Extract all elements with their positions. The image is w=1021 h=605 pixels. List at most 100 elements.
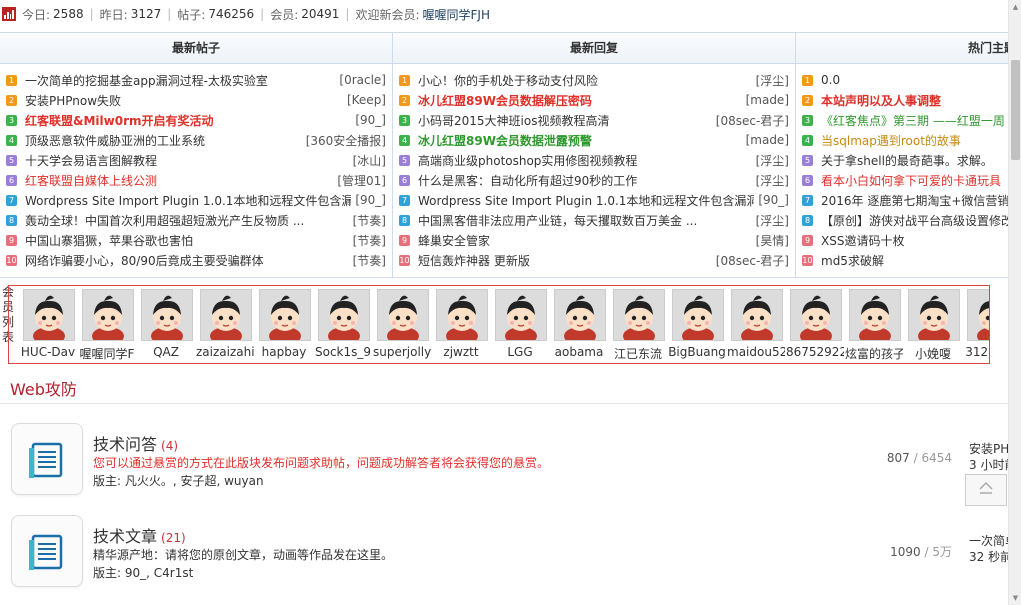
topic-title-link[interactable]: 2016年 逐鹿第七期淘宝+微信营销 [821, 192, 1008, 209]
member-item[interactable]: maidou52 [727, 289, 786, 362]
topic-row[interactable]: 2 本站声明以及人事调整 [796, 90, 1008, 110]
topic-row[interactable]: 2 冰儿红盟89W会员数据解压密码 [made] [393, 90, 795, 110]
member-name[interactable]: HUC-Dav [19, 345, 77, 359]
member-item[interactable]: 86752922 [786, 289, 845, 362]
avatar[interactable] [22, 289, 75, 341]
member-item[interactable]: 3123789 [963, 289, 989, 362]
topic-row[interactable]: 3 小码哥2015大神班ios视频教程高清 [08sec-君子] [393, 110, 795, 130]
avatar[interactable] [494, 289, 547, 341]
avatar[interactable] [553, 289, 606, 341]
topic-title-link[interactable]: 轰动全球！中国首次利用超强超短激光产生反物质 ... [25, 212, 349, 229]
topic-author-link[interactable]: [管理01] [337, 172, 386, 189]
topic-title-link[interactable]: 《红客焦点》第三期 ——红盟一周 [821, 112, 1008, 129]
topic-title-link[interactable]: 一次简单的挖掘基金app漏洞过程-太极实验室 [25, 72, 335, 89]
member-item[interactable]: superjolly [373, 289, 432, 362]
member-name[interactable]: Sock1s_9 [314, 345, 372, 359]
member-name[interactable]: 86752922 [786, 345, 844, 359]
topic-title-link[interactable]: 冰儿红盟89W会员数据解压密码 [418, 92, 742, 109]
topic-author-link[interactable]: [节奏] [353, 252, 386, 269]
topic-title-link[interactable]: Wordpress Site Import Plugin 1.0.1本地和远程文… [418, 192, 754, 209]
topic-row[interactable]: 4 当sqlmap遇到root的故事 [796, 130, 1008, 150]
newest-member-link[interactable]: 喔喔同学FJH [423, 6, 490, 23]
avatar[interactable] [848, 289, 901, 341]
member-name[interactable]: 小娩嗄 [904, 345, 962, 362]
topic-title-link[interactable]: 0.0 [821, 73, 1008, 87]
avatar[interactable] [730, 289, 783, 341]
topic-author-link[interactable]: [冰山] [353, 152, 386, 169]
topic-row[interactable]: 2 安装PHPnow失败 [Keep] [0, 90, 392, 110]
member-item[interactable]: 小娩嗄 [904, 289, 963, 362]
topic-author-link[interactable]: [节奏] [353, 212, 386, 229]
topic-title-link[interactable]: 短信轰炸神器 更新版 [418, 252, 712, 269]
topic-title-link[interactable]: 红客联盟自媒体上线公测 [25, 172, 333, 189]
member-name[interactable]: 3123789 [963, 345, 989, 359]
topic-title-link[interactable]: 看本小白如何拿下可爱的卡通玩具 [821, 172, 1008, 189]
avatar[interactable] [317, 289, 370, 341]
avatar[interactable] [671, 289, 724, 341]
topic-author-link[interactable]: [0racle] [339, 73, 386, 87]
topic-author-link[interactable]: [90_] [355, 113, 386, 127]
scroll-down-icon[interactable]: ▼ [1009, 591, 1021, 605]
topic-title-link[interactable]: 十天学会易语言图解教程 [25, 152, 349, 169]
topic-row[interactable]: 8 轰动全球！中国首次利用超强超短激光产生反物质 ... [节奏] [0, 210, 392, 230]
topic-row[interactable]: 6 看本小白如何拿下可爱的卡通玩具 [796, 170, 1008, 190]
avatar[interactable] [81, 289, 134, 341]
back-to-top-button[interactable] [965, 474, 1007, 506]
topic-row[interactable]: 5 十天学会易语言图解教程 [冰山] [0, 150, 392, 170]
member-item[interactable]: 炫富的孩子 [845, 289, 904, 362]
topic-row[interactable]: 10 md5求破解 [796, 250, 1008, 270]
topic-row[interactable]: 10 短信轰炸神器 更新版 [08sec-君子] [393, 250, 795, 270]
topic-row[interactable]: 9 蜂巢安全管家 [昊情] [393, 230, 795, 250]
member-item[interactable]: Sock1s_9 [314, 289, 373, 362]
topic-row[interactable]: 7 Wordpress Site Import Plugin 1.0.1本地和远程… [0, 190, 392, 210]
forum-name[interactable]: 技术文章 (21) [93, 523, 186, 547]
topic-title-link[interactable]: 什么是黑客：自动化所有超过90秒的工作 [418, 172, 752, 189]
topic-row[interactable]: 5 高端商业级photoshop实用修图视频教程 [浮尘] [393, 150, 795, 170]
forum-icon[interactable] [11, 423, 83, 495]
member-name[interactable]: zaizaizahi [196, 345, 254, 359]
topic-row[interactable]: 1 一次简单的挖掘基金app漏洞过程-太极实验室 [0racle] [0, 70, 392, 90]
topic-title-link[interactable]: XSS邀请码十枚 [821, 232, 1008, 249]
topic-row[interactable]: 1 0.0 [796, 70, 1008, 90]
avatar[interactable] [907, 289, 960, 341]
topic-author-link[interactable]: [昊情] [756, 232, 789, 249]
topic-title-link[interactable]: 中国山寨猖獗，苹果谷歌也害怕 [25, 232, 349, 249]
topic-title-link[interactable]: 本站声明以及人事调整 [821, 92, 1008, 109]
topic-row[interactable]: 9 XSS邀请码十枚 [796, 230, 1008, 250]
topic-author-link[interactable]: [Keep] [347, 93, 386, 107]
avatar[interactable] [140, 289, 193, 341]
topic-row[interactable]: 5 关于拿shell的最奇葩事。求解。 [796, 150, 1008, 170]
topic-row[interactable]: 8 【原创】游侠对战平台高级设置修改 [796, 210, 1008, 230]
member-item[interactable]: zjwztt [432, 289, 491, 362]
topic-author-link[interactable]: [90_] [355, 193, 386, 207]
member-item[interactable]: QAZ [137, 289, 196, 362]
member-name[interactable]: QAZ [137, 345, 195, 359]
section-title[interactable]: Web攻防 [10, 376, 77, 400]
topic-row[interactable]: 9 中国山寨猖獗，苹果谷歌也害怕 [节奏] [0, 230, 392, 250]
member-name[interactable]: BigBuang [668, 345, 726, 359]
topic-title-link[interactable]: 关于拿shell的最奇葩事。求解。 [821, 152, 1008, 169]
topic-row[interactable]: 4 冰儿红盟89W会员数据泄露预警 [made] [393, 130, 795, 150]
member-name[interactable]: LGG [491, 345, 549, 359]
topic-title-link[interactable]: Wordpress Site Import Plugin 1.0.1本地和远程文… [25, 192, 351, 209]
topic-title-link[interactable]: 网络诈骗要小心，80/90后竟成主要受骗群体 [25, 252, 349, 269]
avatar[interactable] [435, 289, 488, 341]
member-item[interactable]: BigBuang [668, 289, 727, 362]
topic-title-link[interactable]: 蜂巢安全管家 [418, 232, 752, 249]
avatar[interactable] [612, 289, 665, 341]
avatar[interactable] [199, 289, 252, 341]
member-name[interactable]: 炫富的孩子 [845, 345, 903, 362]
member-item[interactable]: 江已东流 [609, 289, 668, 362]
avatar[interactable] [376, 289, 429, 341]
topic-author-link[interactable]: [浮尘] [756, 152, 789, 169]
topic-row[interactable]: 1 小心！你的手机处于移动支付风险 [浮尘] [393, 70, 795, 90]
topic-title-link[interactable]: 冰儿红盟89W会员数据泄露预警 [418, 132, 742, 149]
topic-title-link[interactable]: 小心！你的手机处于移动支付风险 [418, 72, 752, 89]
forum-last-post[interactable]: 安装PHPnow失败3 小时前 [969, 441, 1009, 473]
topic-author-link[interactable]: [浮尘] [756, 72, 789, 89]
avatar[interactable] [966, 289, 989, 341]
topic-title-link[interactable]: 中国黑客借非法应用产业链，每天攫取数百万美金 ... [418, 212, 752, 229]
topic-row[interactable]: 6 红客联盟自媒体上线公测 [管理01] [0, 170, 392, 190]
avatar[interactable] [258, 289, 311, 341]
topic-author-link[interactable]: [08sec-君子] [716, 252, 789, 269]
